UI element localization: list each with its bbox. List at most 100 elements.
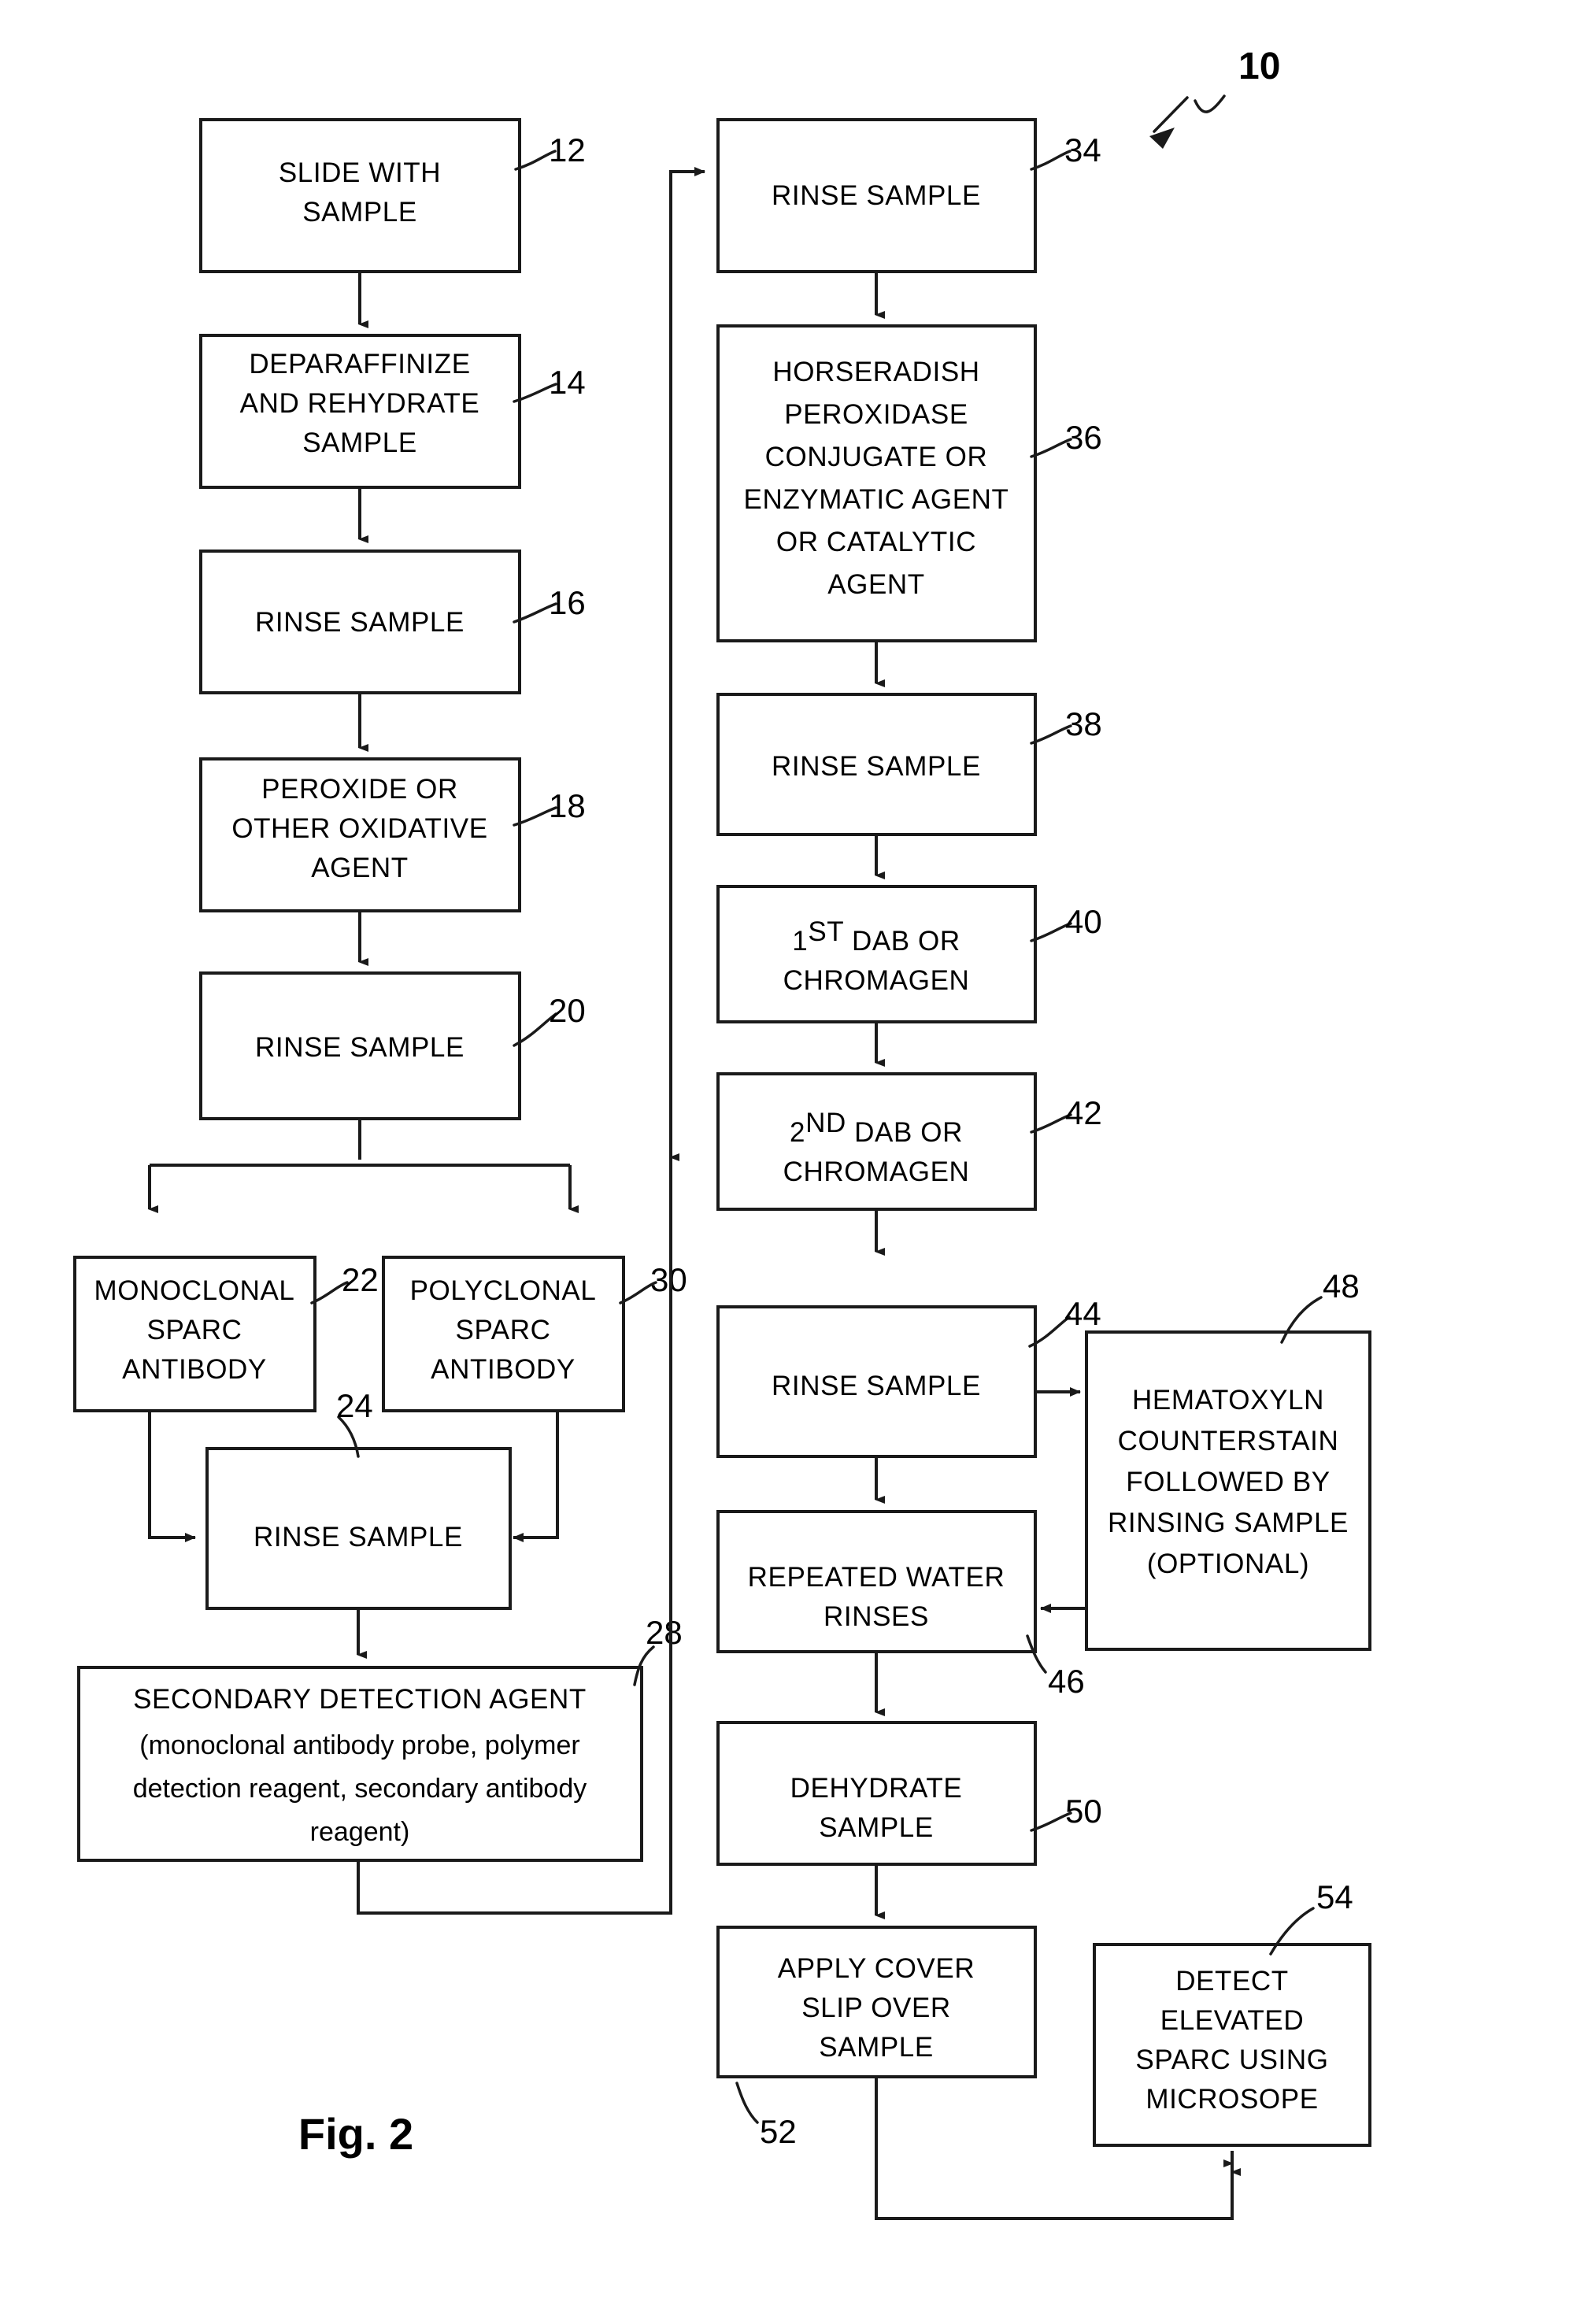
node-30-line-2: ANTIBODY [431,1354,576,1385]
node-48-line-1: COUNTERSTAIN [1118,1426,1339,1456]
node-42-ordinal: 2 [790,1117,805,1148]
node-36-line-3: ENZYMATIC AGENT [744,484,1009,515]
node-20-line-0: RINSE SAMPLE [255,1032,464,1063]
node-28-line-0: SECONDARY DETECTION AGENT [133,1684,587,1715]
node-36-ref: 36 [1065,419,1102,456]
node-36: HORSERADISH PEROXIDASE CONJUGATE OR ENZY… [716,324,1102,642]
node-40-superscript: ST [808,916,843,947]
node-54-line-1: ELEVATED [1160,2005,1304,2036]
edge-30-to-24 [513,1411,559,1542]
node-22-line-1: SPARC [147,1315,242,1345]
node-14-ref: 14 [549,364,586,401]
node-30-line-0: POLYCLONAL [410,1275,597,1306]
node-16-line-0: RINSE SAMPLE [255,607,464,638]
node-46: REPEATED WATER RINSES 46 [716,1510,1085,1700]
node-48: HEMATOXYLN COUNTERSTAIN FOLLOWED BY RINS… [1085,1267,1371,1651]
node-14-line-2: SAMPLE [302,427,417,458]
node-16: RINSE SAMPLE 16 [199,550,586,694]
node-46-ref: 46 [1048,1663,1085,1700]
node-52-leader [735,2082,759,2124]
node-18-line-2: AGENT [311,853,409,883]
node-30: POLYCLONAL SPARC ANTIBODY 30 [382,1256,687,1412]
node-42-line-1: CHROMAGEN [783,1156,970,1187]
node-52-ref: 52 [760,2113,797,2150]
node-22-line-0: MONOCLONAL [94,1275,295,1306]
node-12: SLIDE WITH SAMPLE 12 [199,118,586,273]
node-46-line-0: REPEATED WATER [748,1562,1005,1593]
node-36-line-4: OR CATALYTIC [776,527,976,557]
node-54: DETECT ELEVATED SPARC USING MICROSOPE 54 [1093,1878,1371,2147]
node-40-line-1: CHROMAGEN [783,965,970,996]
node-36-line-0: HORSERADISH [772,357,979,387]
node-42-superscript: ND [805,1108,846,1138]
node-48-line-4: (OPTIONAL) [1147,1549,1309,1579]
node-34-line-0: RINSE SAMPLE [772,180,981,211]
node-48-line-2: FOLLOWED BY [1126,1467,1330,1497]
node-28-line-2: detection reagent, secondary antibody [133,1774,587,1804]
node-34: RINSE SAMPLE 34 [716,118,1101,273]
node-22-ref: 22 [342,1261,379,1298]
main-ref-arrow-shaft [1153,96,1189,133]
node-24-line-0: RINSE SAMPLE [254,1522,463,1552]
node-54-line-3: MICROSOPE [1146,2084,1318,2115]
node-48-line-3: RINSING SAMPLE [1108,1508,1349,1538]
node-12-ref: 12 [549,131,586,168]
node-16-ref: 16 [549,584,586,621]
node-52-line-1: SLIP OVER [801,1993,951,2023]
node-28: SECONDARY DETECTION AGENT (monoclonal an… [77,1614,683,1862]
node-28-ref: 28 [646,1614,683,1651]
node-24-ref: 24 [336,1387,373,1424]
node-40-ref: 40 [1065,903,1102,940]
node-22-line-2: ANTIBODY [122,1354,267,1385]
node-50-line-0: DEHYDRATE [790,1773,963,1804]
node-20-ref: 20 [549,992,586,1029]
node-12-line-1: SAMPLE [302,197,417,228]
node-48-line-0: HEMATOXYLN [1132,1385,1324,1415]
node-20: RINSE SAMPLE 20 [199,971,586,1120]
node-14: DEPARAFFINIZE AND REHYDRATE SAMPLE 14 [199,334,586,489]
node-44-ref: 44 [1064,1295,1101,1332]
node-18-ref: 18 [549,787,586,824]
node-18-line-0: PEROXIDE OR [261,774,458,805]
patent-figure-page: SLIDE WITH SAMPLE 12 DEPARAFFINIZE AND R… [0,0,1573,2324]
flowchart-canvas: SLIDE WITH SAMPLE 12 DEPARAFFINIZE AND R… [73,46,1371,2220]
node-44: RINSE SAMPLE 44 [716,1295,1101,1458]
node-42-rest: DAB OR [846,1117,963,1148]
edge-22-to-24 [148,1411,196,1542]
figure-label: Fig. 2 [298,2109,413,2159]
main-ref-squiggle [1194,94,1226,113]
main-ref-number: 10 [1238,46,1280,87]
node-18: PEROXIDE OR OTHER OXIDATIVE AGENT 18 [199,757,586,912]
node-54-line-2: SPARC USING [1135,2045,1328,2075]
node-52-line-2: SAMPLE [819,2032,934,2063]
node-34-ref: 34 [1064,131,1101,168]
node-30-ref: 30 [650,1261,687,1298]
node-36-line-1: PEROXIDASE [784,399,968,430]
node-44-line-0: RINSE SAMPLE [772,1371,981,1401]
node-42: 2ND DAB OR CHROMAGEN 42 [716,1072,1102,1211]
node-28-line-3: reagent) [310,1817,410,1847]
node-50: DEHYDRATE SAMPLE 50 [716,1721,1102,1866]
node-24: RINSE SAMPLE 24 [205,1387,512,1610]
node-28-line-1: (monoclonal antibody probe, polymer [139,1730,579,1760]
node-54-ref: 54 [1316,1878,1353,1915]
node-36-line-2: CONJUGATE OR [765,442,988,472]
node-48-ref: 48 [1323,1267,1360,1304]
node-40-ordinal: 1 [792,926,808,957]
node-14-line-0: DEPARAFFINIZE [249,349,470,379]
node-52-line-0: APPLY COVER [778,1953,975,1984]
node-12-box [199,118,521,273]
node-54-line-0: DETECT [1175,1966,1289,1996]
node-50-line-1: SAMPLE [819,1812,934,1843]
node-46-line-1: RINSES [824,1601,929,1632]
node-40: 1ST DAB OR CHROMAGEN 40 [716,885,1102,1023]
node-42-ref: 42 [1065,1094,1102,1131]
node-18-line-1: OTHER OXIDATIVE [231,813,487,844]
node-30-line-1: SPARC [456,1315,551,1345]
node-38-ref: 38 [1065,705,1102,742]
node-12-line-0: SLIDE WITH [279,157,441,188]
node-36-line-5: AGENT [827,569,925,600]
node-50-ref: 50 [1065,1793,1102,1830]
main-reference-callout: 10 [1149,46,1280,149]
node-22: MONOCLONAL SPARC ANTIBODY 22 [73,1256,379,1412]
